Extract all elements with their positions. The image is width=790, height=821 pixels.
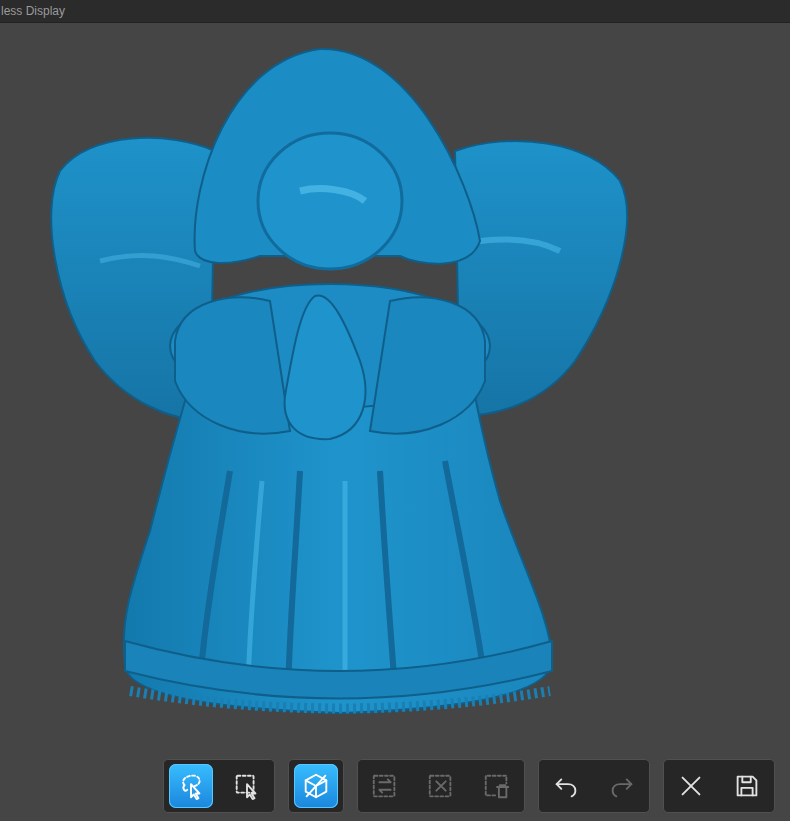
- rect-select-icon: [232, 771, 262, 801]
- window-title: less Display: [0, 4, 65, 18]
- 3d-viewport[interactable]: [0, 23, 790, 821]
- toolbar-button: [363, 764, 407, 808]
- toolbar-group: [663, 759, 775, 813]
- toolbar-group: [538, 759, 650, 813]
- redo-icon: [607, 771, 637, 801]
- toolbar-group: [163, 759, 275, 813]
- toolbar-button[interactable]: [544, 764, 588, 808]
- invert-selection-icon: [370, 771, 400, 801]
- toolbar-button: [475, 764, 519, 808]
- toolbar-button[interactable]: [669, 764, 713, 808]
- close-icon: [676, 771, 706, 801]
- toolbar-button: [600, 764, 644, 808]
- toolbar-group: [357, 759, 525, 813]
- app-window: less Display: [0, 0, 790, 821]
- clear-selection-icon: [426, 771, 456, 801]
- save-icon: [732, 771, 762, 801]
- toolbar-button[interactable]: [725, 764, 769, 808]
- toolbar-button: [419, 764, 463, 808]
- view-toggle-icon: [301, 771, 331, 801]
- toolbar-button[interactable]: [294, 764, 338, 808]
- toolbar: [163, 759, 775, 813]
- delete-selection-icon: [482, 771, 512, 801]
- toolbar-button[interactable]: [225, 764, 269, 808]
- toolbar-group: [288, 759, 344, 813]
- lasso-select-icon: [176, 771, 206, 801]
- undo-icon: [551, 771, 581, 801]
- title-bar: less Display: [0, 0, 790, 23]
- toolbar-button[interactable]: [169, 764, 213, 808]
- angel-model-icon[interactable]: [0, 23, 790, 821]
